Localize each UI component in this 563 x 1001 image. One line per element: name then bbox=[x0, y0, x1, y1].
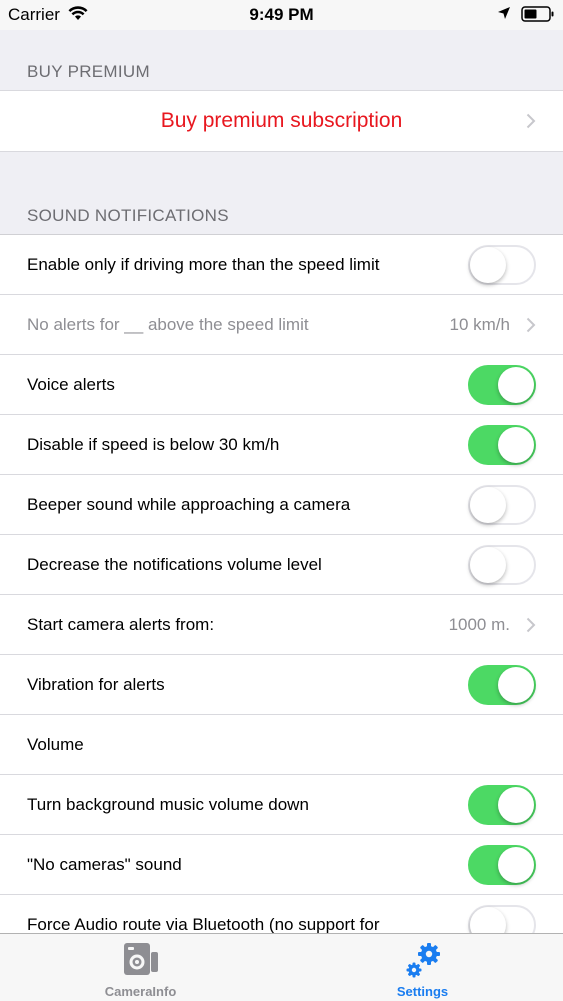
background-music-toggle[interactable] bbox=[468, 784, 536, 825]
row-label: Vibration for alerts bbox=[27, 674, 165, 694]
toggle-knob bbox=[470, 546, 506, 583]
status-bar: Carrier 9:49 PM bbox=[0, 0, 563, 30]
toggle-knob bbox=[470, 906, 506, 933]
row-label: Beeper sound while approaching a camera bbox=[27, 494, 351, 514]
row-label: Enable only if driving more than the spe… bbox=[27, 254, 380, 274]
premium-section-header: BUY PREMIUM bbox=[0, 30, 563, 90]
sound-section-header: SOUND NOTIFICATIONS bbox=[0, 178, 563, 234]
chevron-right-icon bbox=[526, 317, 536, 332]
toggle-knob bbox=[498, 786, 534, 823]
toggle-knob bbox=[498, 426, 534, 463]
toggle-knob bbox=[470, 246, 506, 283]
row-label: Force Audio route via Bluetooth (no supp… bbox=[27, 915, 380, 933]
row-label: "No cameras" sound bbox=[27, 854, 182, 874]
buy-premium-label: Buy premium subscription bbox=[160, 109, 403, 132]
premium-header-label: BUY PREMIUM bbox=[27, 62, 150, 81]
row-label: Start camera alerts from: bbox=[27, 614, 215, 634]
chevron-right-icon bbox=[526, 617, 536, 632]
chevron-right-icon bbox=[526, 113, 536, 129]
location-arrow-icon bbox=[498, 7, 510, 19]
voice-alerts-toggle[interactable] bbox=[468, 364, 536, 405]
no-alerts-above-limit-row[interactable]: No alerts for __ above the speed limit 1… bbox=[0, 294, 563, 354]
vibration-toggle[interactable] bbox=[468, 664, 536, 705]
row-label: Turn background music volume down bbox=[27, 794, 309, 814]
voice-alerts-row: Voice alerts bbox=[0, 354, 563, 414]
gear-icon bbox=[406, 943, 440, 978]
toggle-knob bbox=[498, 666, 534, 703]
status-time: 9:49 PM bbox=[249, 5, 314, 24]
tab-settings[interactable]: Settings bbox=[282, 934, 563, 1001]
bluetooth-route-toggle[interactable] bbox=[468, 904, 536, 933]
camera-info-icon bbox=[123, 943, 158, 975]
decrease-volume-toggle[interactable] bbox=[468, 544, 536, 585]
battery-icon bbox=[521, 6, 554, 22]
decrease-volume-row: Decrease the notifications volume level bbox=[0, 534, 563, 594]
buy-premium-row[interactable]: Buy premium subscription bbox=[0, 90, 563, 152]
volume-row[interactable]: Volume bbox=[0, 714, 563, 774]
toggle-knob bbox=[470, 486, 506, 523]
beeper-sound-toggle[interactable] bbox=[468, 484, 536, 525]
start-alerts-distance-row[interactable]: Start camera alerts from: 1000 m. bbox=[0, 594, 563, 654]
tab-label: CameraInfo bbox=[104, 984, 177, 999]
toggle-knob bbox=[498, 846, 534, 883]
speed-limit-only-toggle[interactable] bbox=[468, 244, 536, 285]
settings-list[interactable]: BUY PREMIUM Buy premium subscription SOU… bbox=[0, 30, 563, 933]
row-label: Decrease the notifications volume level bbox=[27, 554, 322, 574]
bluetooth-route-row: Force Audio route via Bluetooth (no supp… bbox=[0, 894, 563, 933]
background-music-row: Turn background music volume down bbox=[0, 774, 563, 834]
sound-header-label: SOUND NOTIFICATIONS bbox=[27, 206, 229, 225]
tab-bar: CameraInfo Settings bbox=[0, 933, 563, 1001]
row-label: Volume bbox=[27, 734, 84, 754]
row-label: Voice alerts bbox=[27, 374, 115, 394]
tab-label: Settings bbox=[396, 984, 449, 999]
disable-below-speed-toggle[interactable] bbox=[468, 424, 536, 465]
row-label: No alerts for __ above the speed limit bbox=[27, 314, 309, 334]
disable-below-speed-row: Disable if speed is below 30 km/h bbox=[0, 414, 563, 474]
vibration-row: Vibration for alerts bbox=[0, 654, 563, 714]
beeper-sound-row: Beeper sound while approaching a camera bbox=[0, 474, 563, 534]
speed-limit-only-row: Enable only if driving more than the spe… bbox=[0, 234, 563, 294]
toggle-knob bbox=[498, 366, 534, 403]
no-cameras-sound-row: "No cameras" sound bbox=[0, 834, 563, 894]
row-detail-value: 10 km/h bbox=[449, 314, 510, 334]
row-label: Disable if speed is below 30 km/h bbox=[27, 434, 280, 454]
row-detail-value: 1000 m. bbox=[448, 614, 510, 634]
no-cameras-sound-toggle[interactable] bbox=[468, 844, 536, 885]
tab-camerainfo[interactable]: CameraInfo bbox=[0, 934, 281, 1001]
